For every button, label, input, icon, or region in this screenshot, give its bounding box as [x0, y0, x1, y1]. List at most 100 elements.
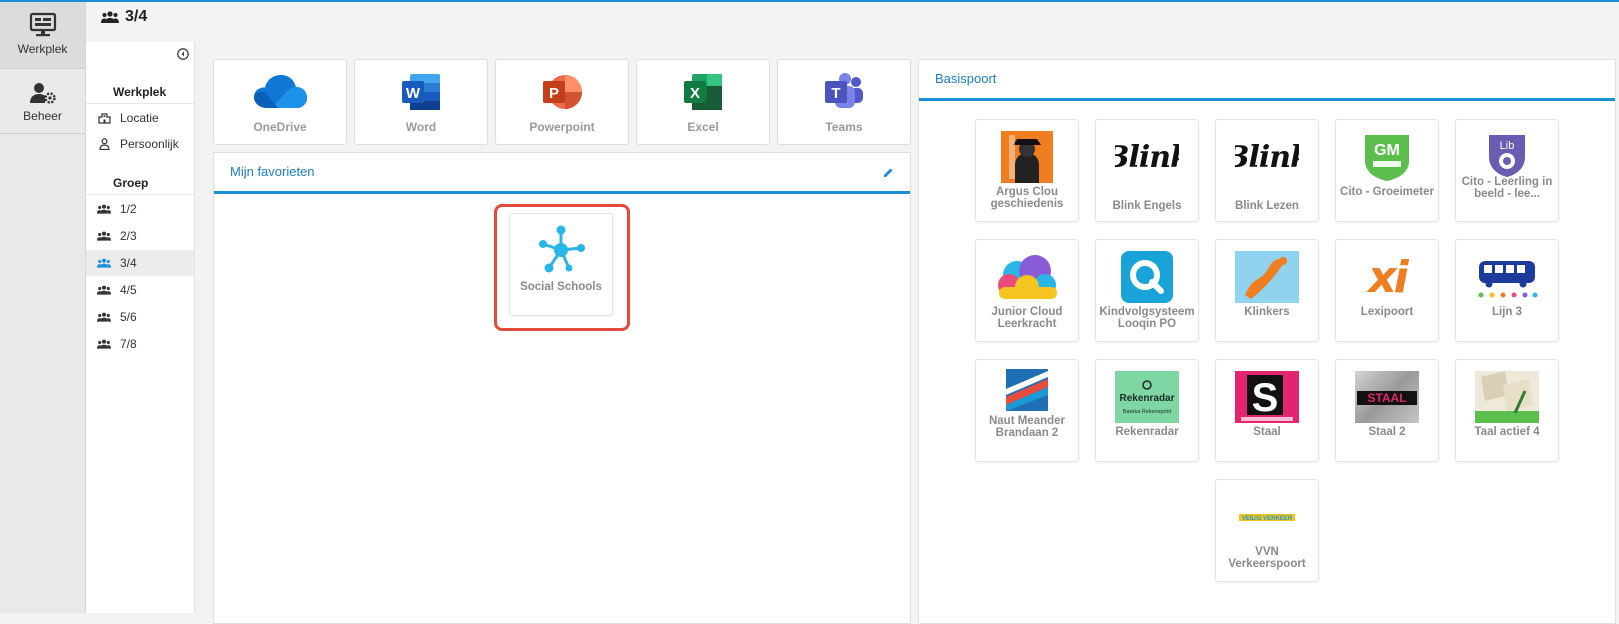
app-label: OneDrive	[253, 120, 307, 134]
rail-item-werkplek[interactable]: Werkplek	[0, 2, 85, 68]
section-title-groep: Groep	[113, 176, 149, 190]
svg-text:STAAL: STAAL	[1367, 391, 1406, 405]
staal-2-logo: STAAL	[1355, 371, 1419, 423]
rail-label-werkplek: Werkplek	[17, 42, 68, 56]
word-icon: W	[402, 74, 440, 110]
basispoort-tile-label: Staal	[1253, 426, 1281, 438]
basispoort-tile-blink-lezen[interactable]: Blink Blink Lezen	[1215, 119, 1319, 222]
naut-meander-brandaan-logo	[995, 368, 1059, 412]
app-label: Powerpoint	[529, 120, 595, 134]
basispoort-tile-label: Argus Clou geschiedenis	[990, 186, 1064, 210]
sidebar-item-locatie[interactable]: Locatie	[86, 105, 194, 131]
app-tile-word[interactable]: W Word	[354, 59, 488, 145]
group-icon	[101, 11, 119, 23]
basispoort-tile-staal-2[interactable]: STAAL Staal 2	[1335, 359, 1439, 462]
sidebar-item-label: Persoonlijk	[120, 137, 179, 151]
klinkers-logo	[1235, 251, 1299, 303]
section-title-werkplek: Werkplek	[113, 85, 167, 99]
excel-icon: X	[684, 74, 722, 110]
basispoort-title: Basispoort	[935, 71, 997, 86]
basispoort-tile-label: Cito - Groeimeter	[1340, 186, 1434, 198]
blink-logo: Blink	[1115, 139, 1179, 175]
basispoort-tile-blink-engels[interactable]: Blink Blink Engels	[1095, 119, 1199, 222]
favorite-tile-social-schools[interactable]: Social Schools	[509, 213, 613, 316]
basispoort-tile-looqin[interactable]: Kindvolgsysteem Looqin PO	[1095, 239, 1199, 342]
basispoort-tile-label: VVN Verkeerspoort	[1228, 546, 1306, 570]
basispoort-panel-header: Basispoort	[919, 60, 1615, 101]
powerpoint-icon: P	[543, 75, 582, 109]
sidebar-item-label: Locatie	[120, 111, 159, 125]
building-icon	[97, 111, 111, 125]
sidebar-item-group-1-2[interactable]: 1/2	[86, 196, 194, 222]
basispoort-tile-taal-actief-4[interactable]: Taal actief 4	[1455, 359, 1559, 462]
edit-pencil-icon[interactable]	[883, 167, 894, 178]
group-icon	[97, 256, 111, 270]
group-icon	[97, 229, 111, 243]
rail-item-beheer[interactable]: Beheer	[0, 69, 85, 133]
sidebar-item-label: 4/5	[120, 283, 137, 297]
current-group-label: 3/4	[125, 8, 148, 25]
top-bar: 3/4	[86, 2, 1619, 42]
basispoort-tile-naut-meander-brandaan[interactable]: Naut Meander Brandaan 2	[975, 359, 1079, 462]
sidebar-item-persoonlijk[interactable]: Persoonlijk	[86, 131, 194, 157]
sidebar-item-label: 7/8	[120, 337, 137, 351]
basispoort-tile-label: Rekenradar	[1115, 426, 1179, 438]
taal-actief-4-logo	[1475, 371, 1539, 423]
favorites-panel-header: Mijn favorieten	[214, 153, 910, 194]
sidebar-item-label: 2/3	[120, 229, 137, 243]
basispoort-tile-lijn3[interactable]: Lijn 3	[1455, 239, 1559, 342]
social-schools-icon	[539, 225, 585, 273]
app-tile-powerpoint[interactable]: P Powerpoint	[495, 59, 629, 145]
svg-text:W: W	[406, 85, 421, 102]
left-rail: Werkplek Beheer	[0, 2, 86, 613]
basispoort-tile-vvn-verkeerspoort[interactable]: VEILIG VERKEER VVN Verkeerspoort	[1215, 479, 1319, 582]
basispoort-tile-cito-lib[interactable]: Lib Cito - Leerling in beeld - lee...	[1455, 119, 1559, 222]
sidebar-item-label: 3/4	[120, 256, 137, 270]
basispoort-tile-label: Blink Lezen	[1235, 200, 1299, 212]
collapse-sidebar-icon[interactable]	[177, 48, 189, 60]
basispoort-tile-label: Lexipoort	[1360, 306, 1414, 318]
app-label: Excel	[687, 120, 719, 134]
basispoort-tile-label: Lijn 3	[1491, 306, 1523, 318]
onedrive-icon	[254, 75, 307, 108]
rail-label-beheer: Beheer	[23, 109, 62, 123]
section-divider	[86, 194, 194, 195]
basispoort-tile-lexipoort[interactable]: xi Lexipoort	[1335, 239, 1439, 342]
user-gear-icon	[29, 83, 56, 104]
lijn3-logo	[1475, 251, 1539, 303]
svg-text:VEILIG VERKEER: VEILIG VERKEER	[1242, 516, 1293, 522]
sidebar-item-group-3-4[interactable]: 3/4	[86, 250, 194, 276]
rail-divider	[0, 133, 85, 134]
app-tile-excel[interactable]: X Excel	[636, 59, 770, 145]
sidebar-item-group-2-3[interactable]: 2/3	[86, 223, 194, 249]
basispoort-tile-cito-groeimeter[interactable]: GM Cito - Groeimeter	[1335, 119, 1439, 222]
app-tile-teams[interactable]: T Teams	[777, 59, 911, 145]
vvn-logo: VEILIG VERKEER	[1235, 491, 1299, 543]
favorites-title: Mijn favorieten	[230, 164, 315, 179]
sidebar-item-label: 5/6	[120, 310, 137, 324]
svg-text:T: T	[831, 85, 840, 102]
sidebar-item-label: 1/2	[120, 202, 137, 216]
sidebar-item-group-5-6[interactable]: 5/6	[86, 304, 194, 330]
basispoort-tile-staal[interactable]: S Staal	[1215, 359, 1319, 462]
basispoort-tile-junior-cloud[interactable]: Junior Cloud Leerkracht	[975, 239, 1079, 342]
basispoort-tile-label: Cito - Leerling in beeld - lee...	[1461, 176, 1553, 200]
sidebar-item-group-7-8[interactable]: 7/8	[86, 331, 194, 357]
basispoort-tile-label: Taal actief 4	[1474, 426, 1540, 438]
sidebar-item-group-4-5[interactable]: 4/5	[86, 277, 194, 303]
basispoort-tile-rekenradar[interactable]: Rekenradar Bareka Rekensprint Rekenradar	[1095, 359, 1199, 462]
rekenradar-logo: Rekenradar Bareka Rekensprint	[1115, 371, 1179, 423]
blink-logo: Blink	[1235, 139, 1299, 175]
group-icon	[97, 337, 111, 351]
svg-text:GM: GM	[1374, 142, 1400, 159]
app-tile-onedrive[interactable]: OneDrive	[213, 59, 347, 145]
basispoort-tile-label: Klinkers	[1244, 306, 1290, 318]
basispoort-tile-klinkers[interactable]: Klinkers	[1215, 239, 1319, 342]
looqin-logo	[1115, 251, 1179, 303]
svg-text:Rekenradar: Rekenradar	[1119, 393, 1174, 404]
section-divider	[86, 103, 194, 104]
basispoort-tile-argus-clou[interactable]: Argus Clou geschiedenis	[975, 119, 1079, 222]
person-icon	[97, 137, 111, 151]
favorite-label: Social Schools	[520, 281, 602, 293]
argus-clou-logo	[995, 131, 1059, 183]
